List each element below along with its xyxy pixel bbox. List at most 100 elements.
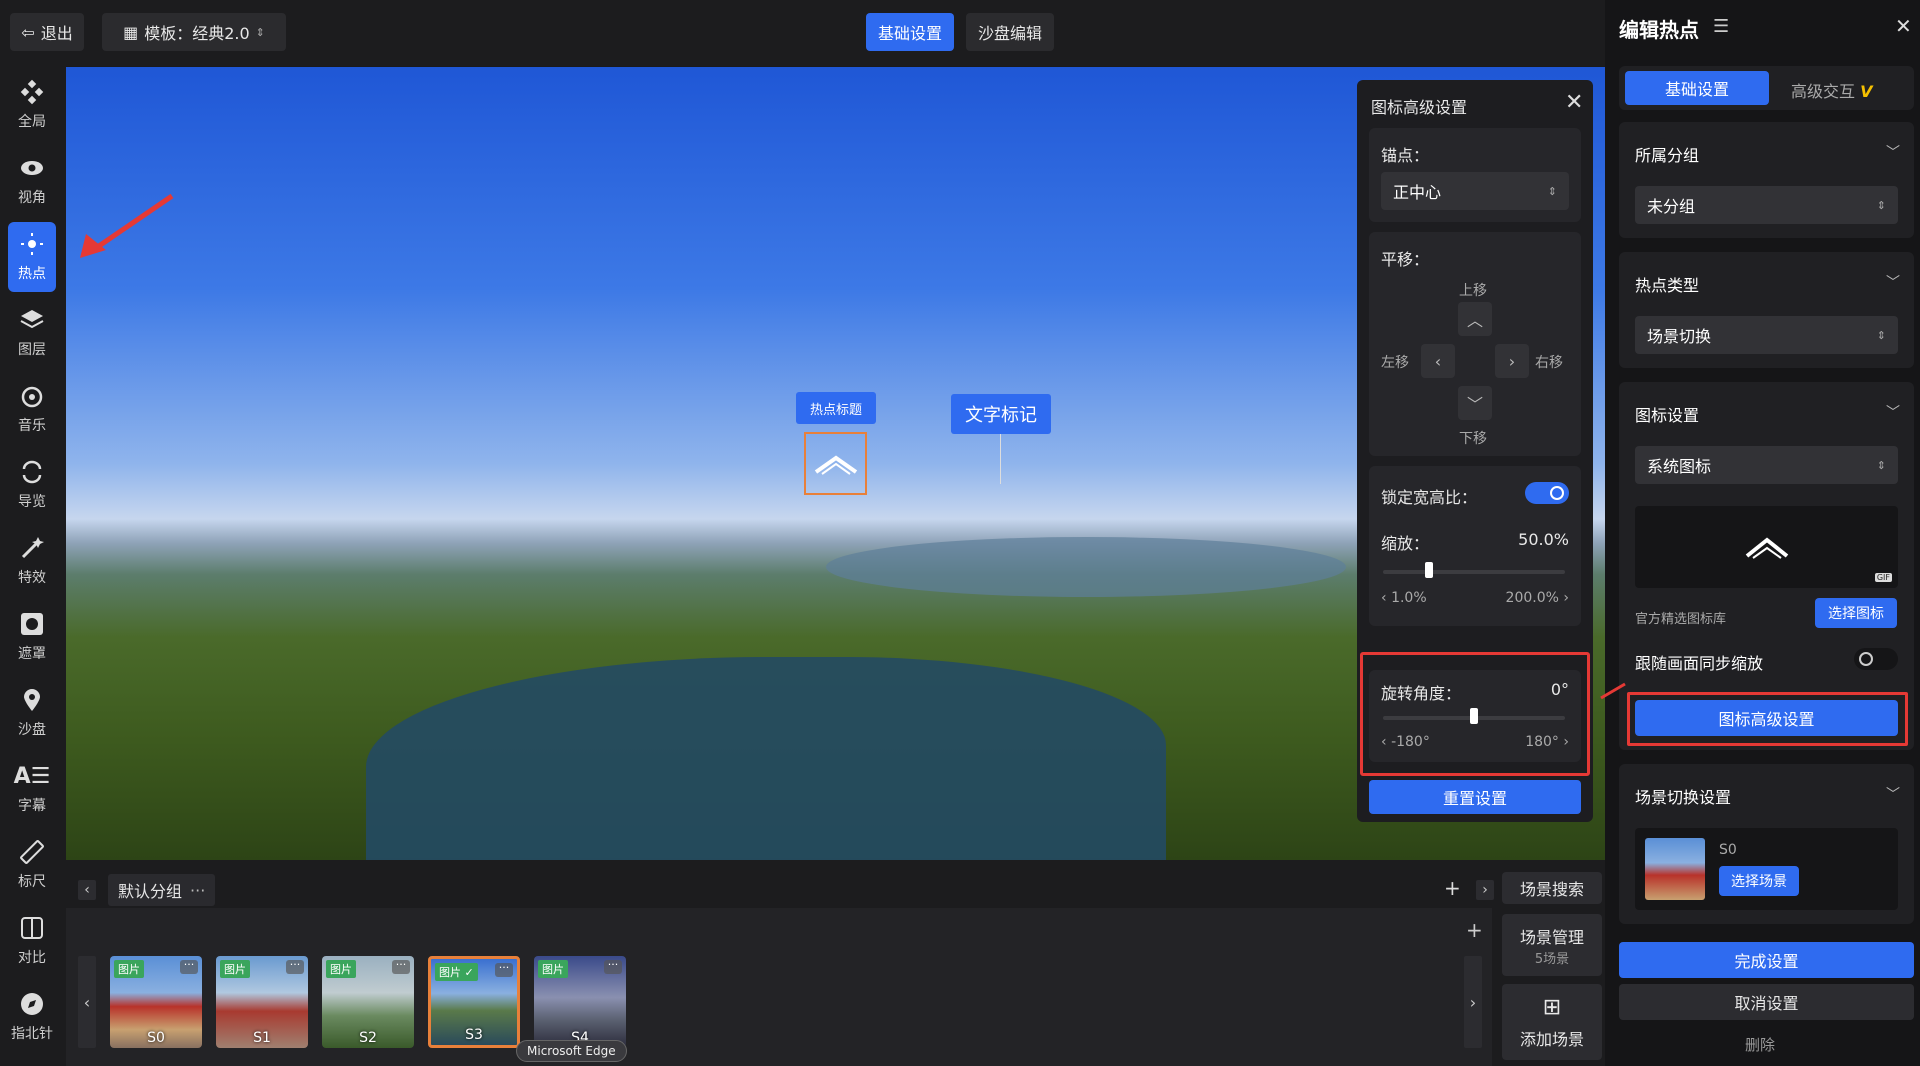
chevron-left-icon[interactable]: ‹ [1381,590,1387,606]
rail-item-sandbox[interactable]: 沙盘 [8,678,56,748]
move-down-button[interactable]: ﹀ [1458,386,1492,420]
reservoir-shape [366,657,1166,860]
eye-icon [21,161,43,175]
reset-button[interactable]: 重置设置 [1369,780,1581,814]
scene-switch-section: 场景切换设置 ﹀ S0 选择场景 [1619,764,1914,924]
music-icon [21,386,43,408]
hotspot-title-label[interactable]: 热点标题 [796,392,876,424]
more-icon[interactable]: ··· [190,881,205,900]
lock-ratio-toggle[interactable] [1525,482,1569,504]
anchor-select[interactable]: 正中心 ⇕ [1381,172,1569,210]
scene-thumb-s4[interactable]: 图片 ··· S4 [534,956,626,1048]
rail-item-ruler[interactable]: 标尺 [8,830,56,900]
icon-preview[interactable]: GIF [1635,506,1898,588]
chevron-right-icon[interactable]: › [1563,590,1569,606]
chevron-down-icon[interactable]: ﹀ [1886,272,1900,292]
type-section: 热点类型 ﹀ 场景切换 ⇕ [1619,252,1914,368]
icon-advanced-panel: 图标高级设置 ✕ 锚点： 正中心 ⇕ 平移： 上移 ︿ 左移 ‹ › 右移 ﹀ 下… [1357,80,1593,822]
pin-icon [24,689,40,711]
move-up-button[interactable]: ︿ [1458,302,1492,336]
more-icon[interactable]: ··· [392,959,410,974]
rail-item-layers[interactable]: 图层 [8,298,56,368]
add-scene-button[interactable]: ⊞ 添加场景 [1502,984,1602,1060]
rail-item-global[interactable]: 全局 [8,70,56,140]
rail-item-effects[interactable]: 特效 [8,526,56,596]
tab-basic[interactable]: 基础设置 [1625,71,1769,105]
rail-item-compass[interactable]: 指北针 [8,982,56,1052]
scene-thumb-s0[interactable]: 图片 ··· S0 [110,956,202,1048]
scale-slider-thumb[interactable] [1424,562,1433,578]
layers-icon [20,310,44,329]
sort-icon: ⇕ [1876,328,1886,342]
icon-type-select[interactable]: 系统图标 ⇕ [1635,446,1898,484]
chevron-down-icon[interactable]: ﹀ [1886,784,1900,804]
scene-search-button[interactable]: 场景搜索 [1502,872,1602,904]
scale-value: 50.0% [1518,530,1569,549]
group-tab-default[interactable]: 默认分组 ··· [108,874,216,906]
rail-item-view[interactable]: 视角 [8,146,56,216]
add-box-icon: ⊞ [1542,994,1562,1020]
exit-button[interactable]: ⇦ 退出 [10,13,84,51]
rail-item-compare[interactable]: 对比 [8,906,56,976]
add-scene-plus-icon[interactable]: + [1466,918,1483,942]
chevron-down-icon[interactable]: ﹀ [1886,402,1900,422]
anchor-card: 锚点： 正中心 ⇕ [1369,128,1581,222]
choose-icon-button[interactable]: 选择图标 [1815,598,1897,628]
rotate-highlight-box [1360,652,1590,776]
chevron-down-icon[interactable]: ﹀ [1886,142,1900,162]
text-marker-label[interactable]: 文字标记 [951,394,1051,434]
edit-hotspot-panel: 编辑热点 ☰ ✕ 基础设置 高级交互 V 所属分组 ﹀ 未分组 ⇕ 热点类型 ﹀ 场景… [1600,0,1920,1066]
tab-bar: 基础设置 高级交互 V [1619,66,1914,110]
chevron-right-icon[interactable]: › [1476,880,1494,900]
icon-section: 图标设置 ﹀ 系统图标 ⇕ GIF 官方精选图标库 选择图标 跟随画面同步缩放 图标… [1619,382,1914,750]
follow-zoom-toggle[interactable] [1854,648,1898,670]
chevron-down-icon: ﹀ [1466,395,1483,414]
choose-scene-button[interactable]: 选择场景 [1719,866,1799,896]
chevron-up-icon [814,455,857,475]
done-button[interactable]: 完成设置 [1619,942,1914,978]
tab-advanced[interactable]: 高级交互 V [1791,78,1873,102]
tab-sandbox-edit[interactable]: 沙盘编辑 [966,13,1054,51]
translate-card: 平移： 上移 ︿ 左移 ‹ › 右移 ﹀ 下移 [1369,232,1581,456]
tooltip: Microsoft Edge [516,1040,627,1062]
scale-slider-track[interactable] [1383,570,1565,574]
cancel-button[interactable]: 取消设置 [1619,984,1914,1020]
chevron-left-icon[interactable]: ‹ [78,880,96,900]
chevron-left-icon: ‹ [1434,351,1442,371]
rail-item-subtitle[interactable]: A☰ 字幕 [8,754,56,824]
more-icon[interactable]: ··· [286,959,304,974]
rail-item-music[interactable]: 音乐 [8,374,56,444]
more-icon[interactable]: ··· [604,959,622,974]
close-icon[interactable]: ✕ [1895,14,1912,38]
scene-thumb-s2[interactable]: 图片 ··· S2 [322,956,414,1048]
type-select[interactable]: 场景切换 ⇕ [1635,316,1898,354]
template-icon: ▦ [123,22,139,42]
magic-icon [21,537,44,559]
tab-basic-settings[interactable]: 基础设置 [866,13,954,51]
more-icon[interactable]: ··· [180,959,198,974]
vip-icon: V [1860,82,1873,101]
scroll-left-button[interactable]: ‹ [78,956,96,1048]
delete-button[interactable]: 删除 [1745,1034,1775,1055]
scene-thumb-s1[interactable]: 图片 ··· S1 [216,956,308,1048]
scroll-right-button[interactable]: › [1464,956,1482,1048]
list-icon[interactable]: ☰ [1713,16,1729,37]
close-icon[interactable]: ✕ [1565,90,1583,115]
rail-item-hotspot[interactable]: 热点 [8,222,56,292]
hotspot-icon-box[interactable] [804,432,867,495]
ruler-icon [20,840,44,864]
template-select[interactable]: ▦ 模板：经典2.0 ⇕ [102,13,286,51]
apps-icon [20,79,44,105]
scene-target-card: S0 选择场景 [1635,828,1898,910]
chevron-up-icon [1745,537,1789,559]
move-left-button[interactable]: ‹ [1421,344,1455,378]
rail-item-tour[interactable]: 导览 [8,450,56,520]
rail-item-mask[interactable]: 遮罩 [8,602,56,672]
add-group-icon[interactable]: + [1444,876,1461,900]
group-select[interactable]: 未分组 ⇕ [1635,186,1898,224]
move-right-button[interactable]: › [1495,344,1529,378]
scene-thumb-s3[interactable]: 图片 ✓ ··· S3 [428,956,520,1048]
scene-manage-button[interactable]: 场景管理 5场景 [1502,914,1602,976]
more-icon[interactable]: ··· [495,962,513,977]
top-bar: ⇦ 退出 ▦ 模板：经典2.0 ⇕ 基础设置 沙盘编辑 [0,0,1605,66]
